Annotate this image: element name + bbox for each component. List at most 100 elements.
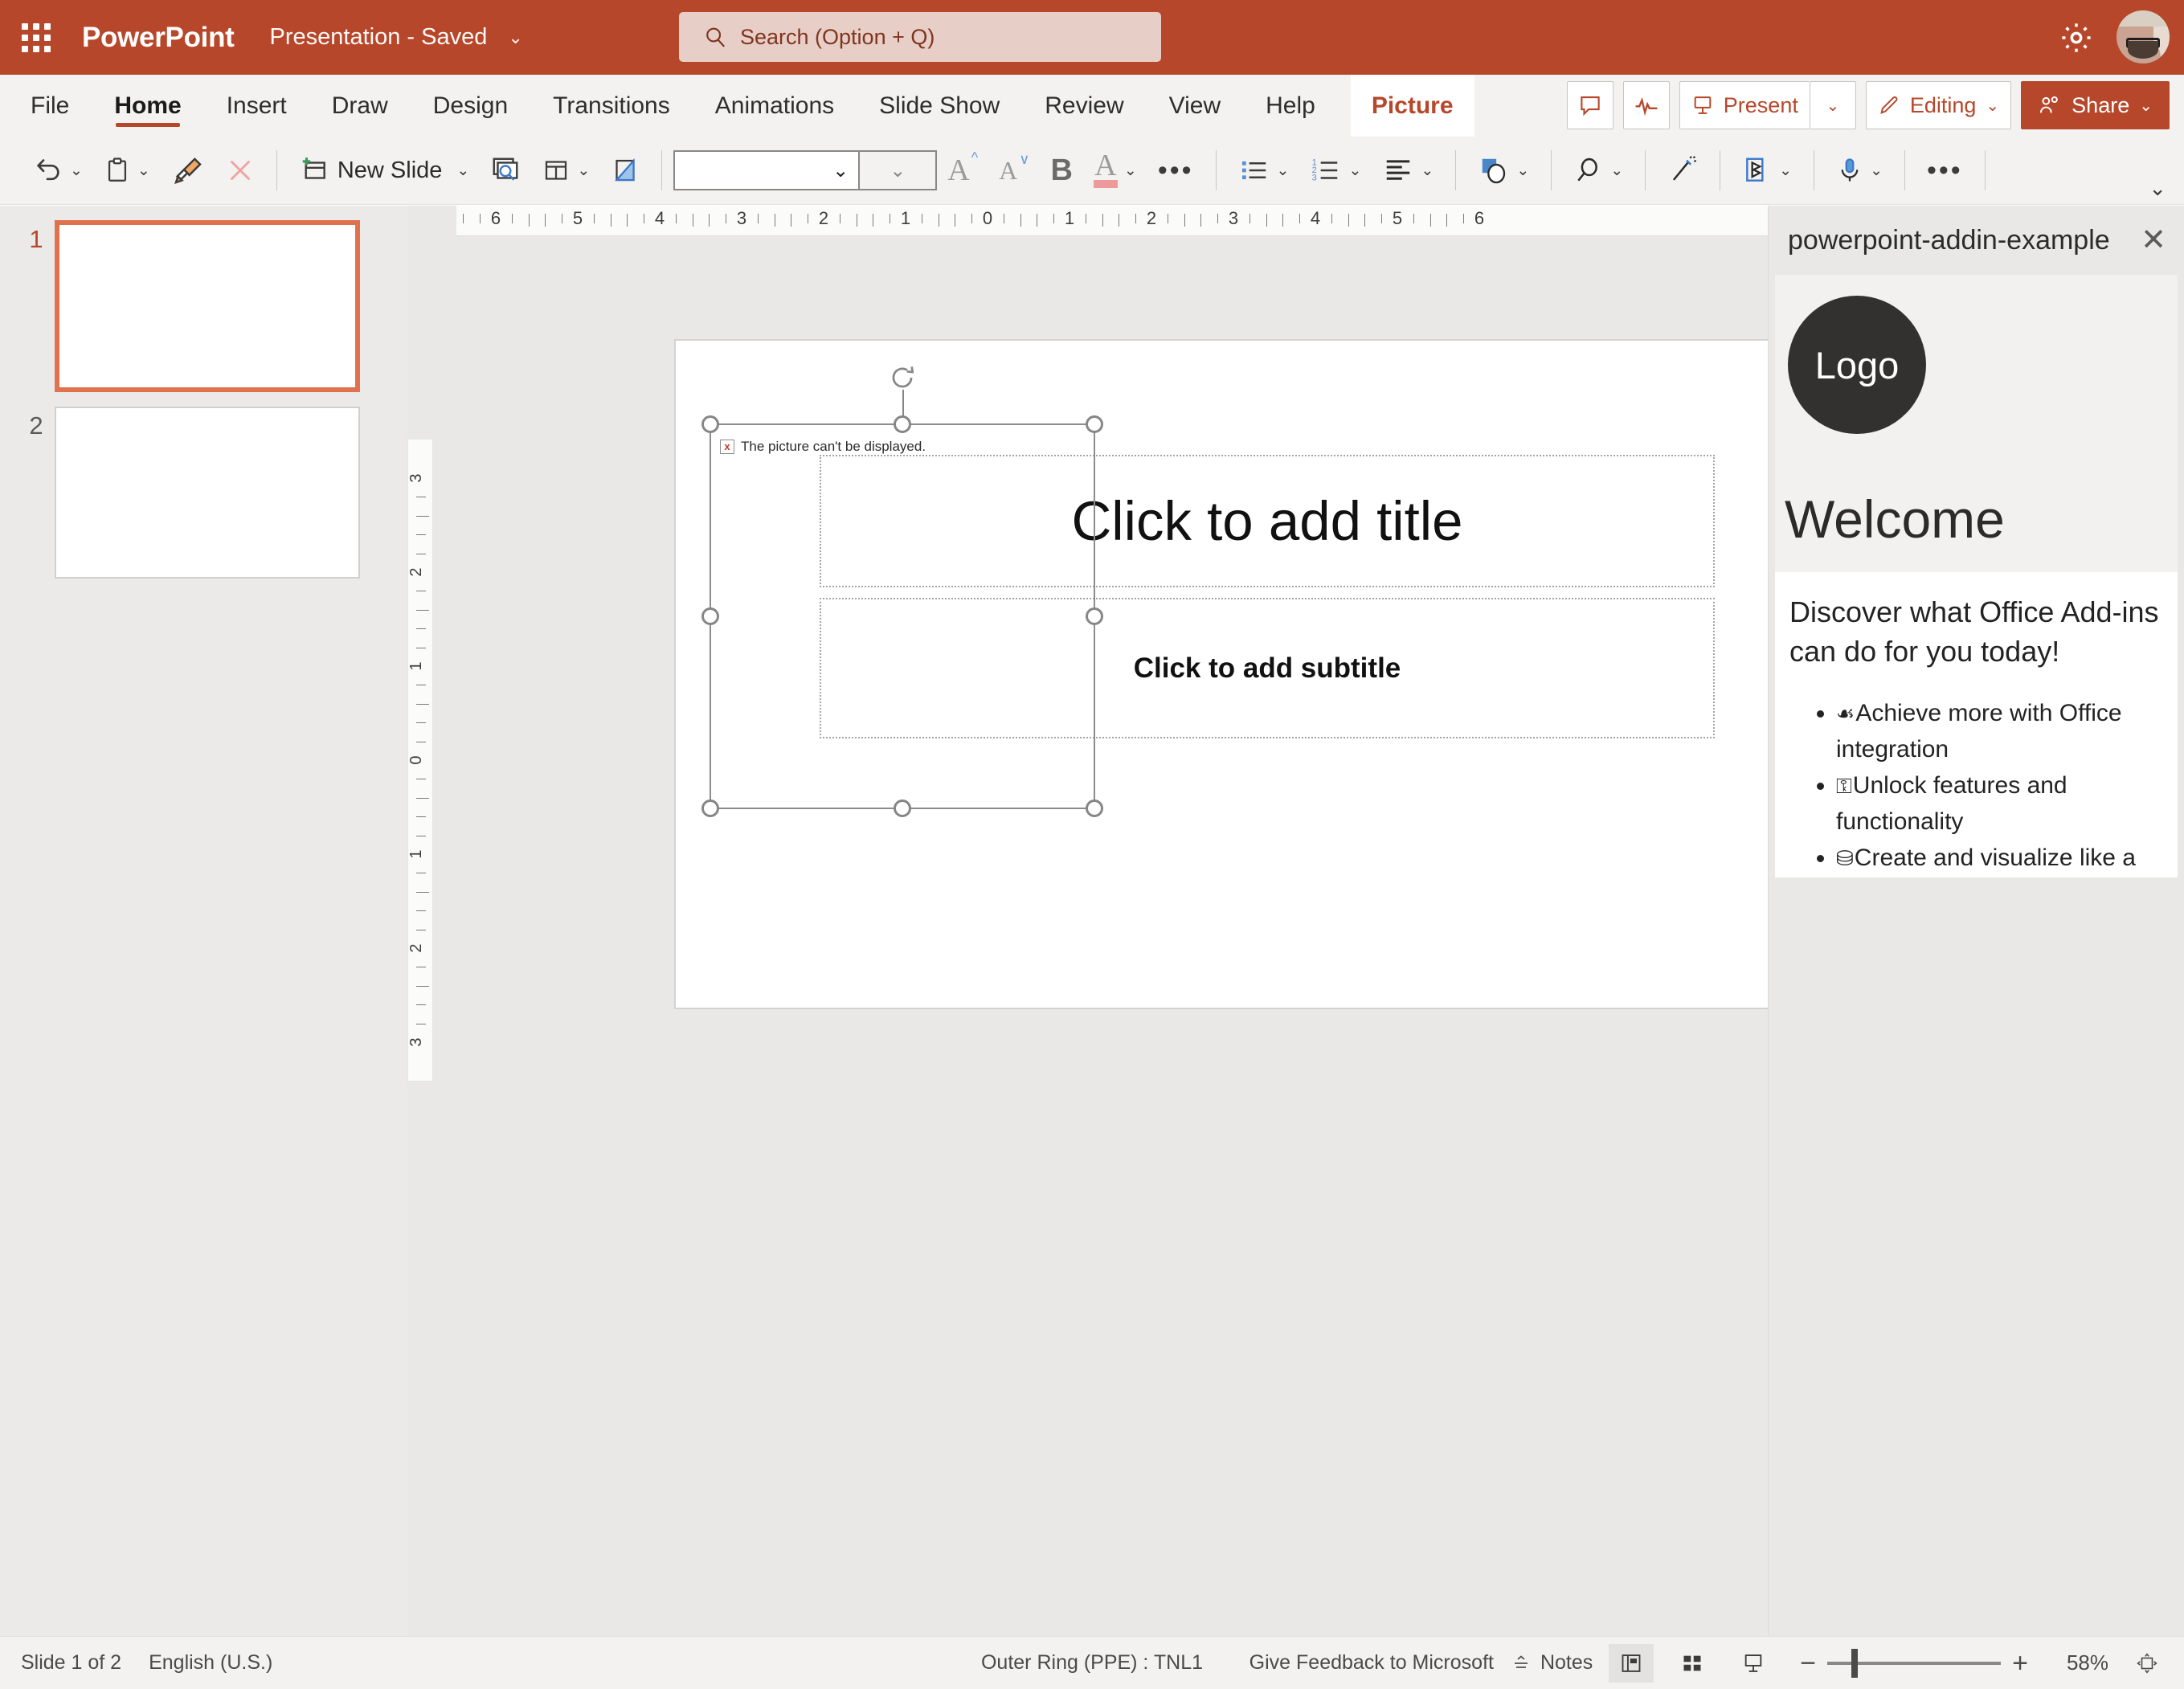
slideshow-view-icon[interactable] — [1731, 1644, 1776, 1683]
chevron-down-icon[interactable]: ⌄ — [1348, 162, 1361, 180]
chevron-down-icon[interactable]: ⌄ — [577, 162, 590, 180]
tab-picture[interactable]: Picture — [1350, 75, 1474, 137]
slide-surface[interactable]: Click to add title Click to add subtitle… — [674, 339, 1768, 1009]
layout-button[interactable]: ⌄ — [534, 145, 598, 196]
tab-design[interactable]: Design — [433, 75, 508, 137]
slide-thumbnail-2[interactable] — [55, 407, 360, 579]
chevron-down-icon[interactable]: ⌄ — [1421, 162, 1434, 180]
arrange-button[interactable]: ⌄ — [1734, 145, 1800, 196]
slide-canvas[interactable]: Click to add title Click to add subtitle… — [456, 236, 1768, 1636]
bold-button[interactable]: B — [1042, 145, 1080, 196]
ruler-tick-label: 2 — [1146, 208, 1157, 228]
zoom-out-button[interactable]: − — [1792, 1650, 1824, 1677]
font-size-input[interactable]: ⌄ — [860, 150, 938, 190]
zoom-level[interactable]: 58% — [2052, 1650, 2108, 1675]
dictate-button[interactable]: ⌄ — [1828, 145, 1891, 196]
tab-slide-show[interactable]: Slide Show — [879, 75, 1000, 137]
ruler-tick-label: 3 — [1228, 208, 1239, 228]
more-font-options-button[interactable]: ••• — [1150, 145, 1202, 196]
notes-button[interactable]: Notes — [1510, 1651, 1593, 1675]
share-button[interactable]: Share ⌄ — [2021, 81, 2170, 129]
new-slide-button[interactable]: New Slide ⌄ — [291, 145, 477, 196]
language-indicator[interactable]: English (U.S.) — [149, 1651, 272, 1675]
chevron-down-icon[interactable]: ⌄ — [1124, 162, 1137, 180]
font-name-input[interactable]: ⌄ — [673, 150, 861, 190]
font-color-button[interactable]: A ⌄ — [1086, 145, 1145, 196]
slide-count[interactable]: Slide 1 of 2 — [21, 1651, 121, 1675]
align-button[interactable]: ⌄ — [1374, 145, 1442, 196]
chevron-down-icon[interactable]: ⌄ — [70, 162, 83, 180]
zoom-slider[interactable]: − + — [1792, 1648, 2036, 1678]
chevron-down-icon[interactable]: ⌄ — [1870, 162, 1883, 180]
ruler-tick — [1380, 214, 1382, 223]
resize-handle-top-right[interactable] — [1086, 415, 1103, 433]
document-title[interactable]: Presentation - Saved — [270, 24, 488, 51]
chevron-down-icon[interactable]: ⌄ — [1779, 162, 1792, 180]
chevron-down-icon[interactable]: ⌄ — [1610, 162, 1623, 180]
shrink-font-icon[interactable]: A ∨ — [991, 145, 1037, 196]
resize-handle-bottom-left[interactable] — [701, 800, 719, 817]
designer-icon[interactable] — [603, 145, 648, 196]
ruler-tick — [416, 703, 429, 705]
activity-icon[interactable] — [1622, 81, 1670, 129]
find-button[interactable]: ⌄ — [1565, 145, 1631, 196]
magic-wand-icon[interactable] — [1659, 145, 1706, 196]
chevron-down-icon[interactable]: ⌄ — [2149, 176, 2166, 201]
horizontal-ruler[interactable]: 6 5 4 3 2 1 0 1 2 3 4 5 6 — [456, 206, 1768, 236]
format-painter-icon[interactable] — [163, 145, 213, 196]
tab-view[interactable]: View — [1169, 75, 1221, 137]
gear-icon[interactable] — [2057, 18, 2096, 57]
clear-formatting-x-icon[interactable] — [218, 145, 263, 196]
app-launcher-icon[interactable] — [18, 19, 55, 56]
zoom-in-button[interactable]: + — [2004, 1650, 2036, 1677]
tab-help[interactable]: Help — [1266, 75, 1315, 137]
editing-button[interactable]: Editing ⌄ — [1865, 81, 2012, 129]
shapes-button[interactable]: ⌄ — [1470, 145, 1537, 196]
tab-animations[interactable]: Animations — [715, 75, 834, 137]
feedback-link[interactable]: Give Feedback to Microsoft — [1249, 1651, 1494, 1675]
rotate-handle-icon[interactable] — [887, 362, 918, 393]
normal-view-icon[interactable] — [1609, 1643, 1654, 1683]
vertical-ruler[interactable]: 3 2 1 0 1 2 3 — [407, 439, 433, 1082]
selected-picture-placeholder[interactable]: x The picture can't be displayed. — [701, 366, 1103, 817]
tab-file[interactable]: File — [31, 75, 69, 137]
zoom-track[interactable] — [1827, 1648, 2002, 1678]
bold-glyph: B — [1050, 153, 1073, 187]
tab-insert[interactable]: Insert — [227, 75, 287, 137]
resize-handle-middle-right[interactable] — [1086, 607, 1103, 625]
tab-transitions[interactable]: Transitions — [553, 75, 670, 137]
chevron-down-icon[interactable]: ⌄ — [508, 27, 522, 48]
fit-to-window-icon[interactable] — [2125, 1644, 2170, 1683]
present-button[interactable]: Present — [1679, 81, 1810, 129]
resize-handle-bottom-center[interactable] — [894, 800, 911, 817]
more-toolbar-options-button[interactable]: ••• — [1919, 145, 1971, 196]
resize-handle-top-left[interactable] — [701, 415, 719, 433]
slide-thumbnail-1[interactable] — [55, 220, 360, 392]
close-icon[interactable]: ✕ — [2141, 225, 2166, 256]
slide-preview-icon[interactable] — [482, 145, 529, 196]
undo-button[interactable]: ⌄ — [23, 145, 91, 196]
chevron-down-icon[interactable]: ⌄ — [1516, 162, 1529, 180]
resize-handle-bottom-right[interactable] — [1086, 800, 1103, 817]
tab-review[interactable]: Review — [1045, 75, 1123, 137]
present-dropdown-button[interactable]: ⌄ — [1809, 81, 1856, 129]
ellipsis-icon: ••• — [1927, 155, 1963, 186]
slide-thumbnail-pane[interactable]: 1 2 — [0, 206, 407, 1636]
slide-sorter-icon[interactable] — [1670, 1644, 1715, 1683]
numbering-button[interactable]: 1 2 3 ⌄ — [1302, 145, 1369, 196]
chevron-down-icon[interactable]: ⌄ — [1277, 162, 1290, 180]
bullets-button[interactable]: ⌄ — [1230, 145, 1298, 196]
comment-icon[interactable] — [1566, 81, 1613, 129]
resize-handle-top-center[interactable] — [894, 415, 911, 433]
grow-font-icon[interactable]: A ^ — [939, 145, 986, 196]
chevron-down-icon[interactable]: ⌄ — [456, 162, 469, 180]
tab-draw[interactable]: Draw — [332, 75, 388, 137]
search-input[interactable]: Search (Option + Q) — [679, 12, 1161, 62]
paste-button[interactable]: ⌄ — [96, 145, 158, 196]
tab-home[interactable]: Home — [114, 75, 182, 137]
welcome-heading: Welcome — [1785, 489, 2005, 549]
zoom-thumb[interactable] — [1851, 1648, 1859, 1678]
resize-handle-middle-left[interactable] — [701, 607, 719, 625]
chevron-down-icon[interactable]: ⌄ — [137, 162, 150, 180]
user-avatar[interactable] — [2117, 10, 2170, 63]
